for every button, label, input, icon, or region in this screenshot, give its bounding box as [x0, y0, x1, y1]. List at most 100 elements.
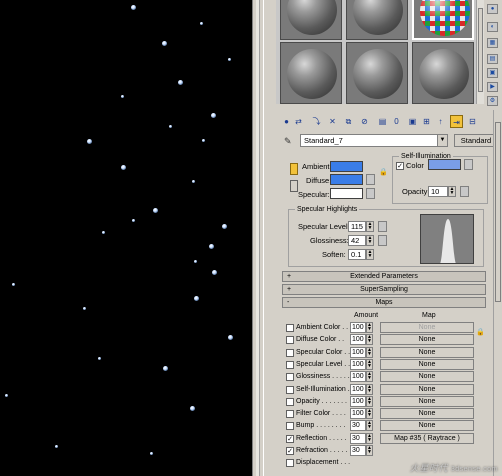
map-amount-spinner[interactable]: 100: [350, 358, 366, 370]
map-amount-spinner[interactable]: 100: [350, 395, 366, 407]
reset-icon[interactable]: ✕: [326, 115, 339, 128]
soften-spinner[interactable]: 0.1 ▲ ▼: [348, 249, 374, 260]
map-slot-button[interactable]: None: [380, 371, 474, 383]
map-amount-spinner[interactable]: 30: [350, 432, 366, 444]
make-unique-icon[interactable]: ⊘: [358, 115, 371, 128]
go-to-parent-icon[interactable]: ↑: [434, 115, 447, 128]
sample-type-icon[interactable]: ●: [487, 4, 498, 14]
make-preview-icon[interactable]: ▶: [487, 82, 498, 92]
panel-scroll-thumb[interactable]: [495, 122, 501, 302]
map-amount-spinner[interactable]: 100: [350, 346, 366, 358]
map-enable-checkbox[interactable]: [286, 360, 294, 369]
sample-slot[interactable]: [280, 42, 342, 104]
self-illum-map-button[interactable]: [464, 159, 473, 170]
maps-rollout[interactable]: - Maps: [282, 297, 486, 308]
specular-level-map-button[interactable]: [378, 221, 387, 232]
map-slot-button[interactable]: None: [380, 334, 474, 346]
lock-ambient-diffuse-icon[interactable]: [290, 163, 298, 175]
map-amount-spinner[interactable]: 100: [350, 408, 366, 420]
options-icon[interactable]: ⚙: [487, 96, 498, 106]
map-enable-checkbox[interactable]: ✓: [286, 447, 294, 455]
sample-slot-raytrace[interactable]: [412, 0, 474, 40]
assign-to-selection-icon[interactable]: ⤵: [310, 115, 323, 128]
self-illum-color-checkbox[interactable]: ✓: [396, 162, 404, 170]
eyedropper-icon[interactable]: ✎: [284, 135, 296, 147]
map-slot-button[interactable]: None: [380, 346, 474, 358]
select-by-material-icon[interactable]: ⊟: [466, 115, 479, 128]
supersampling-rollout[interactable]: + SuperSampling: [282, 284, 486, 295]
map-enable-checkbox[interactable]: [286, 410, 294, 419]
map-enable-checkbox[interactable]: [286, 422, 294, 431]
slot-scroll-thumb[interactable]: [478, 8, 483, 92]
map-amount-spinner[interactable]: 30: [350, 445, 366, 456]
map-enable-checkbox[interactable]: [286, 324, 294, 332]
spinner-arrows[interactable]: ▲ ▼: [366, 445, 373, 456]
slot-scrollbar[interactable]: [476, 0, 484, 104]
extended-parameters-rollout[interactable]: + Extended Parameters: [282, 271, 486, 282]
spinner-arrows[interactable]: ▲ ▼: [366, 395, 373, 407]
map-enable-checkbox[interactable]: [286, 397, 294, 406]
show-map-icon[interactable]: ▣: [406, 115, 419, 128]
map-enable-checkbox[interactable]: [286, 373, 294, 382]
spinner-arrows[interactable]: ▲ ▼: [366, 346, 373, 358]
put-to-scene-icon[interactable]: ⇄: [292, 115, 305, 128]
material-type-button[interactable]: Standard: [454, 134, 498, 147]
lock-diffuse-specular-icon[interactable]: [290, 180, 298, 192]
spinner-arrows[interactable]: ▲ ▼: [366, 221, 374, 232]
diffuse-swatch[interactable]: [330, 174, 363, 185]
video-check-icon[interactable]: ▣: [487, 68, 498, 78]
map-amount-spinner[interactable]: 100: [350, 371, 366, 383]
spinner-arrows[interactable]: ▲ ▼: [366, 249, 374, 260]
spinner-arrows[interactable]: ▲ ▼: [366, 432, 373, 444]
show-end-result-icon[interactable]: ⊞: [420, 115, 433, 128]
diffuse-map-button[interactable]: [366, 174, 375, 185]
spinner-arrows[interactable]: ▲ ▼: [366, 322, 373, 333]
backlight-icon[interactable]: ◐: [487, 22, 498, 32]
spinner-arrows[interactable]: ▲ ▼: [366, 408, 373, 420]
copy-material-icon[interactable]: ⧉: [342, 115, 355, 128]
spinner-arrows[interactable]: ▲ ▼: [366, 383, 373, 395]
uv-tiling-icon[interactable]: ▤: [487, 54, 498, 64]
sample-slot[interactable]: [346, 42, 408, 104]
lock-icon[interactable]: 🔒: [379, 168, 388, 178]
panel-scrollbar[interactable]: [493, 110, 502, 476]
opacity-spinner[interactable]: 10 ▲ ▼: [428, 186, 456, 197]
map-enable-checkbox[interactable]: [286, 348, 294, 357]
map-enable-checkbox[interactable]: ✓: [286, 434, 294, 443]
go-forward-icon[interactable]: ⇥: [450, 115, 463, 128]
spinner-arrows[interactable]: ▲ ▼: [366, 334, 373, 346]
material-effects-icon[interactable]: 0: [390, 115, 403, 128]
viewport-divider[interactable]: [252, 0, 264, 476]
chevron-down-icon[interactable]: ▼: [437, 135, 447, 146]
map-slot-button[interactable]: None: [380, 383, 474, 395]
map-slot-button[interactable]: None: [380, 420, 474, 432]
map-enable-checkbox[interactable]: [286, 385, 294, 394]
put-to-library-icon[interactable]: ▤: [376, 115, 389, 128]
spinner-arrows[interactable]: ▲ ▼: [366, 371, 373, 383]
material-name-field[interactable]: Standard_7 ▼: [300, 134, 448, 147]
spinner-arrows[interactable]: ▲ ▼: [448, 186, 456, 197]
spinner-arrows[interactable]: ▲ ▼: [366, 358, 373, 370]
glossiness-map-button[interactable]: [378, 235, 387, 246]
map-slot-button[interactable]: None: [380, 358, 474, 370]
sample-slot[interactable]: [346, 0, 408, 40]
map-amount-spinner[interactable]: 30: [350, 420, 366, 432]
map-amount-spinner[interactable]: 100: [350, 383, 366, 395]
map-slot-button[interactable]: None: [380, 322, 474, 333]
specular-swatch[interactable]: [330, 188, 363, 199]
map-amount-spinner[interactable]: 100: [350, 322, 366, 333]
glossiness-spinner[interactable]: 42 ▲ ▼: [348, 235, 374, 246]
map-lock-icon[interactable]: 🔒: [476, 328, 485, 338]
specular-level-spinner[interactable]: 115 ▲ ▼: [348, 221, 374, 232]
map-slot-button[interactable]: None: [380, 408, 474, 420]
map-enable-checkbox[interactable]: [286, 459, 294, 468]
sample-slot[interactable]: [280, 0, 342, 40]
specular-map-button[interactable]: [366, 188, 375, 199]
spinner-arrows[interactable]: ▲ ▼: [366, 420, 373, 432]
ambient-swatch[interactable]: [330, 161, 363, 172]
map-enable-checkbox[interactable]: [286, 336, 294, 345]
render-viewport[interactable]: [0, 0, 252, 476]
map-amount-spinner[interactable]: 100: [350, 334, 366, 346]
sample-slot[interactable]: [412, 42, 474, 104]
background-icon[interactable]: ▦: [487, 38, 498, 48]
